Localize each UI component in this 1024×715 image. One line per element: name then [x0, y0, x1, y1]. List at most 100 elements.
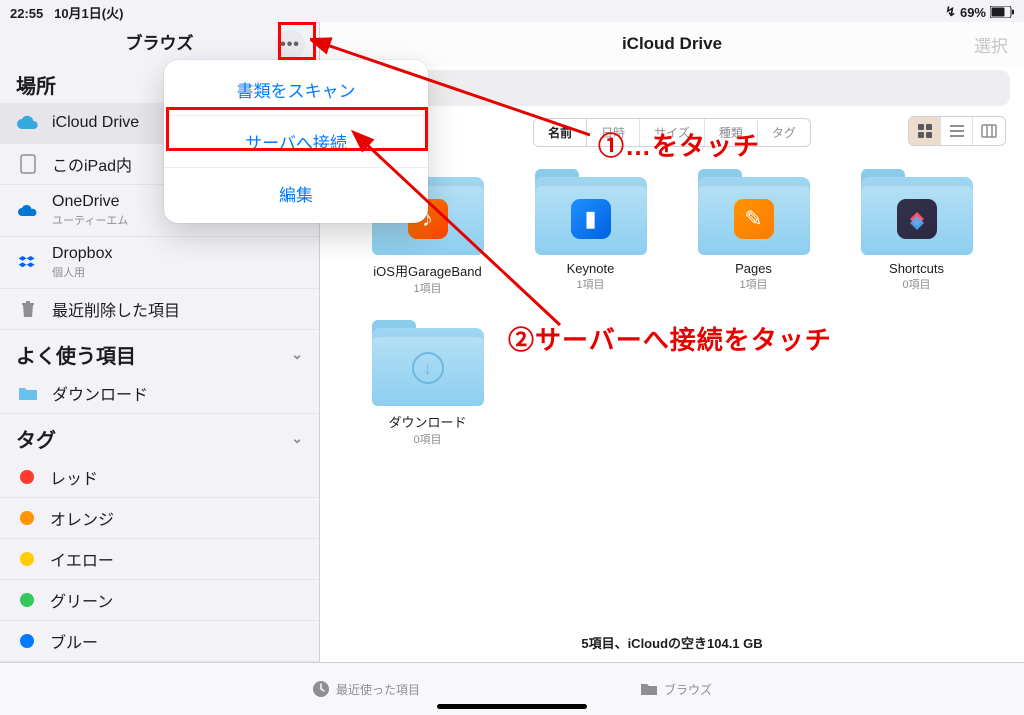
tags-label: タグ — [16, 424, 56, 453]
folder-name: Keynote — [567, 261, 615, 276]
chevron-down-icon: ⌄ — [291, 346, 303, 363]
folder-icon — [640, 680, 658, 698]
list-view-icon[interactable] — [941, 117, 973, 145]
folder-count: 1項目 — [413, 280, 441, 296]
seg-size[interactable]: サイズ — [640, 119, 705, 146]
column-view-icon[interactable] — [973, 117, 1005, 145]
tag-orange[interactable]: オレンジ — [0, 498, 319, 539]
sidebar-item-downloads[interactable]: ダウンロード — [0, 373, 319, 414]
folder-count: 0項目 — [413, 431, 441, 447]
seg-date[interactable]: 日時 — [587, 119, 640, 146]
tag-label: レッド — [50, 465, 98, 489]
sidebar-item-label: OneDrive — [52, 193, 128, 211]
tag-red[interactable]: レッド — [0, 457, 319, 498]
sidebar-header: ブラウズ ••• — [0, 22, 319, 60]
sidebar-item-subtext: 個人用 — [52, 264, 112, 280]
sidebar-item-dropbox[interactable]: Dropbox 個人用 — [0, 237, 319, 289]
app-icon — [897, 199, 937, 239]
sidebar-item-label: 最近削除した項目 — [52, 297, 180, 321]
folder-icon — [16, 381, 40, 405]
chevron-down-icon: ⌄ — [291, 430, 303, 447]
folder-name: iOS用GarageBand — [373, 261, 481, 280]
folder-downloads[interactable]: ↓ ダウンロード 0項目 — [356, 320, 499, 447]
tab-label: 最近使った項目 — [336, 681, 420, 698]
tag-label: イエロー — [50, 547, 114, 571]
folder-name: Shortcuts — [889, 261, 944, 276]
app-icon: ✎ — [734, 199, 774, 239]
status-time: 22:55 — [10, 6, 43, 21]
seg-name[interactable]: 名前 — [534, 119, 587, 146]
more-button[interactable]: ••• — [275, 30, 305, 60]
tag-green[interactable]: グリーン — [0, 580, 319, 621]
trash-icon — [16, 297, 40, 321]
more-popover: 書類をスキャン サーバへ接続 編集 — [164, 60, 428, 223]
tags-section-title[interactable]: タグ ⌄ — [0, 414, 319, 457]
battery-percent: 69% — [960, 5, 986, 20]
search-input[interactable] — [334, 70, 1010, 106]
seg-kind[interactable]: 種類 — [705, 119, 758, 146]
status-date: 10月1日(火) — [54, 6, 123, 21]
folder-icon: ▮ — [535, 169, 647, 255]
favorites-label: よく使う項目 — [16, 340, 136, 369]
status-footer: 5項目、iCloudの空き104.1 GB — [320, 627, 1024, 662]
cloud-icon — [16, 111, 40, 135]
tag-dot — [20, 593, 34, 607]
tab-label: ブラウズ — [664, 681, 712, 698]
folder-name: ダウンロード — [388, 412, 466, 431]
popover-scan[interactable]: 書類をスキャン — [164, 64, 428, 116]
tag-dot — [20, 470, 34, 484]
folder-shortcuts[interactable]: Shortcuts 0項目 — [845, 169, 988, 296]
folder-count: 1項目 — [576, 276, 604, 292]
sidebar-item-subtext: ユーティーエム — [52, 212, 128, 228]
sidebar-item-label: このiPad内 — [52, 152, 132, 176]
favorites-list: ダウンロード — [0, 373, 319, 414]
grid-view-icon[interactable] — [909, 117, 941, 145]
select-button[interactable]: 選択 — [974, 32, 1008, 57]
tags-list: レッド オレンジ イエロー グリーン ブルー — [0, 457, 319, 662]
download-arrow-icon: ↓ — [412, 352, 444, 384]
sidebar-title: ブラウズ — [126, 29, 194, 54]
status-right: ↯ 69% — [945, 4, 1014, 20]
favorites-section-title[interactable]: よく使う項目 ⌄ — [0, 330, 319, 373]
tag-dot — [20, 634, 34, 648]
status-left: 22:55 10月1日(火) — [10, 3, 123, 22]
ellipsis-icon: ••• — [280, 36, 300, 54]
sidebar-item-label: ダウンロード — [52, 381, 148, 405]
folder-pages[interactable]: ✎ Pages 1項目 — [682, 169, 825, 296]
tag-yellow[interactable]: イエロー — [0, 539, 319, 580]
clock-icon — [312, 680, 330, 698]
tag-label: ブルー — [50, 629, 98, 653]
folder-icon: ↓ — [372, 320, 484, 406]
onedrive-icon — [16, 199, 40, 223]
sidebar-item-label-wrap: OneDrive ユーティーエム — [52, 193, 128, 228]
sidebar-item-label: iCloud Drive — [52, 114, 139, 132]
recharge-icon: ↯ — [945, 4, 956, 20]
status-bar: 22:55 10月1日(火) ↯ 69% — [0, 0, 1024, 22]
tab-browse[interactable]: ブラウズ — [640, 680, 712, 698]
popover-connect-server[interactable]: サーバへ接続 — [164, 116, 428, 168]
folder-count: 0項目 — [902, 276, 930, 292]
tab-recent[interactable]: 最近使った項目 — [312, 680, 420, 698]
sort-segmented[interactable]: 名前 日時 サイズ 種類 タグ — [533, 118, 811, 147]
battery-icon — [990, 6, 1014, 18]
locations-label: 場所 — [16, 70, 56, 99]
view-toggle[interactable] — [908, 116, 1006, 146]
folder-count: 1項目 — [739, 276, 767, 292]
tag-dot — [20, 511, 34, 525]
seg-tag[interactable]: タグ — [758, 119, 810, 146]
sidebar-item-trash[interactable]: 最近削除した項目 — [0, 289, 319, 330]
popover-edit[interactable]: 編集 — [164, 168, 428, 219]
dropbox-icon — [16, 251, 40, 275]
tag-blue[interactable]: ブルー — [0, 621, 319, 662]
tag-dot — [20, 552, 34, 566]
folder-keynote[interactable]: ▮ Keynote 1項目 — [519, 169, 662, 296]
app-body: ブラウズ ••• 場所 iCloud Drive このiPad内 — [0, 22, 1024, 662]
folder-name: Pages — [735, 261, 772, 276]
tag-label: オレンジ — [50, 506, 114, 530]
app-icon: ▮ — [571, 199, 611, 239]
content-header: iCloud Drive 選択 — [320, 22, 1024, 66]
folder-icon — [861, 169, 973, 255]
folder-icon: ✎ — [698, 169, 810, 255]
home-indicator[interactable] — [437, 704, 587, 709]
sidebar-item-label: Dropbox — [52, 245, 112, 263]
